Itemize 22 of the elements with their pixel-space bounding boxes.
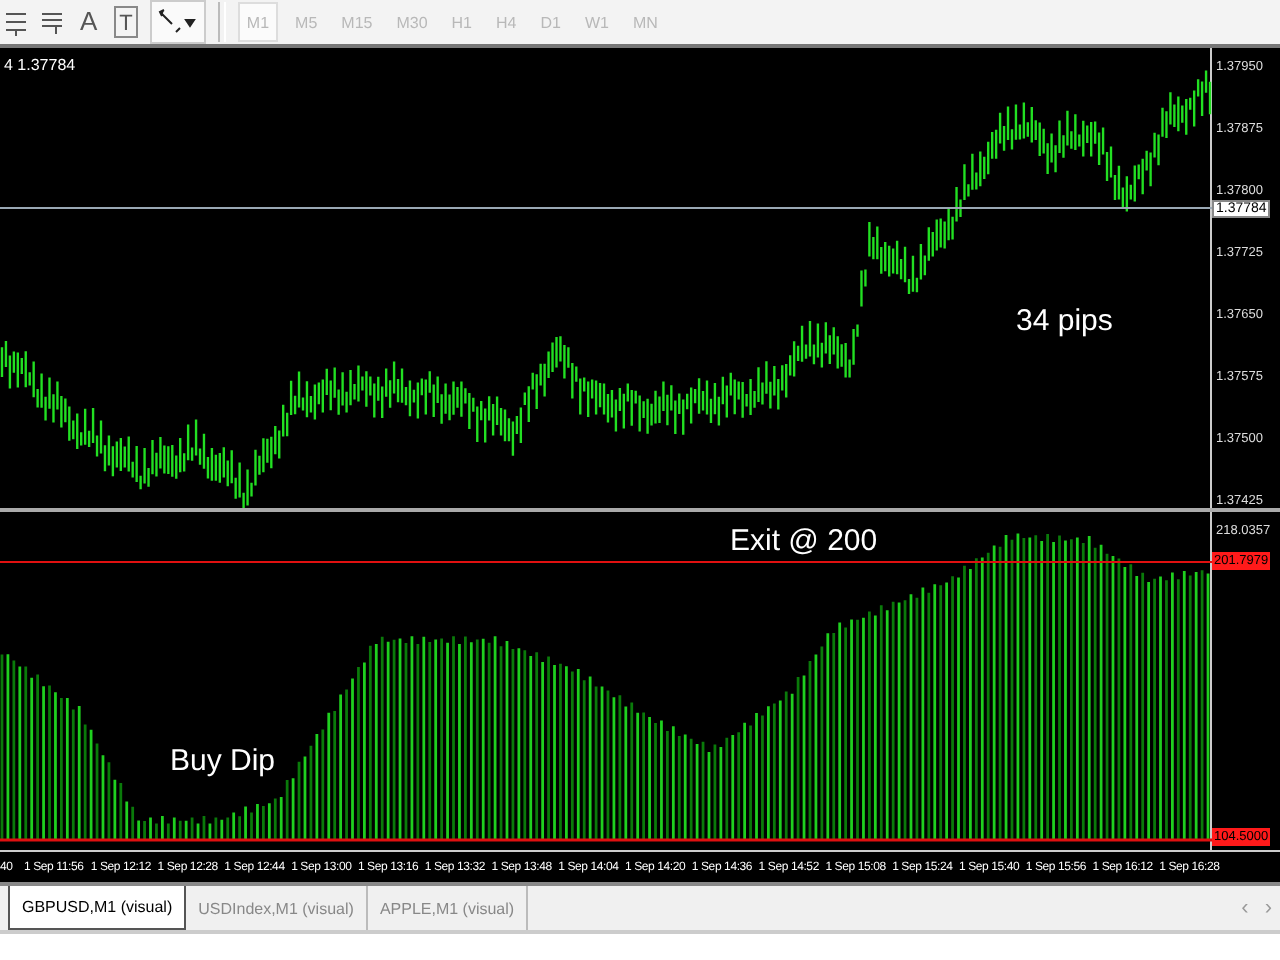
lines-icon[interactable] (4, 8, 28, 36)
timeframe-button[interactable]: M5 (289, 2, 324, 42)
timeframe-button[interactable]: D1 (534, 2, 567, 42)
timeframe-button[interactable]: M15 (335, 2, 379, 42)
text-tool-button[interactable]: T (113, 6, 139, 38)
annotation-text: 34 pips (1016, 304, 1113, 338)
timeframe-button[interactable]: H4 (490, 2, 523, 42)
timeframe-button[interactable]: M1 (238, 2, 278, 42)
chart-header: 4 1.37784 (4, 56, 76, 74)
timeframe-button[interactable]: H1 (445, 2, 479, 42)
annotation-text: Buy Dip (170, 744, 276, 778)
lines-icon[interactable] (40, 8, 64, 36)
dropdown-button[interactable] (150, 0, 207, 44)
scroll-button[interactable]: › (1256, 886, 1280, 930)
timeframe-button[interactable]: M30 (390, 2, 434, 42)
arrows-icon (156, 8, 201, 36)
chart-tab[interactable]: GBPUSD,M1 (visual) (8, 886, 187, 930)
text-tool-button[interactable]: A (76, 6, 102, 38)
annotation-text: Exit @ 200 (730, 524, 878, 558)
scroll-button[interactable]: ‹ (1233, 886, 1257, 930)
timeframe-button[interactable]: W1 (578, 2, 615, 42)
timeframe-button[interactable]: MN (626, 2, 664, 42)
